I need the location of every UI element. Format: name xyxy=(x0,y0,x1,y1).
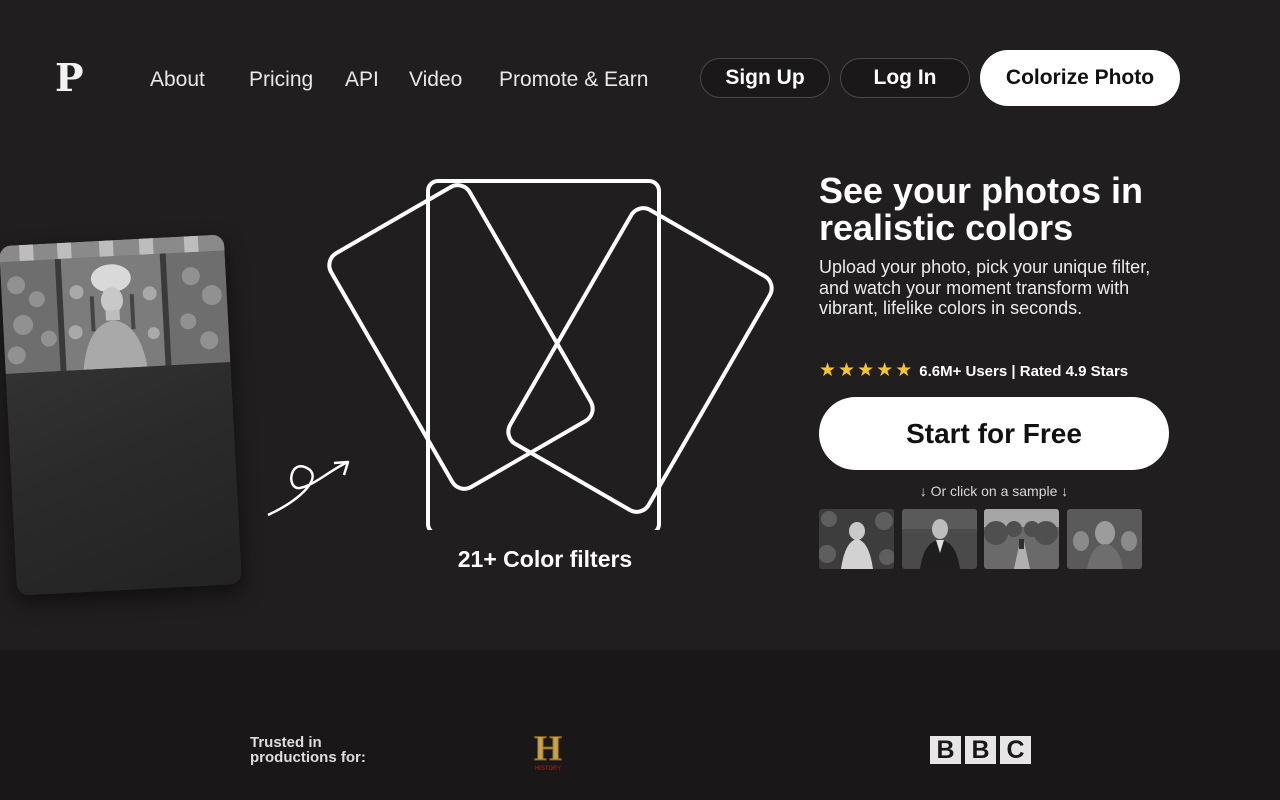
sample-photo-mother-children xyxy=(1067,509,1142,569)
history-logo: H HISTORY xyxy=(533,728,562,772)
star-icon: ★ xyxy=(876,360,894,381)
bbc-logo-letter: B xyxy=(965,736,996,764)
nav-pricing[interactable]: Pricing xyxy=(249,66,313,94)
sample-photo-garden xyxy=(984,509,1059,569)
nav-video[interactable]: Video xyxy=(409,66,462,94)
star-icon: ★ xyxy=(895,360,913,381)
color-filters-label: 21+ Color filters xyxy=(457,546,633,572)
filter-card-center-shape xyxy=(426,179,661,530)
hero-title: See your photos in realistic colors xyxy=(819,170,1144,248)
sample-thumbnail-1[interactable] xyxy=(819,509,894,569)
filter-card-right-shape xyxy=(506,206,774,514)
logo[interactable]: P xyxy=(55,58,84,98)
hero-description: Upload your photo, pick your unique filt… xyxy=(819,257,1151,318)
sample-hint: ↓ Or click on a sample ↓ xyxy=(919,483,1069,499)
start-for-free-button[interactable]: Start for Free xyxy=(819,397,1169,470)
log-in-button[interactable]: Log In xyxy=(840,58,970,98)
star-icon: ★ xyxy=(857,360,875,381)
sample-photo-card xyxy=(0,234,243,596)
rating-text: 6.6M+ Users | Rated 4.9 Stars xyxy=(919,362,1129,380)
curly-arrow xyxy=(267,460,349,517)
filter-card-left-shape xyxy=(327,183,595,491)
nav-about[interactable]: About xyxy=(150,66,205,94)
sample-photo-man-suit xyxy=(902,509,977,569)
star-icon: ★ xyxy=(819,360,837,381)
bbc-logo-letter: C xyxy=(1000,736,1031,764)
nav-promote-earn[interactable]: Promote & Earn xyxy=(499,66,648,94)
trusted-label: Trusted in productions for: xyxy=(250,734,366,766)
star-icon: ★ xyxy=(838,360,856,381)
sample-thumbnail-2[interactable] xyxy=(902,509,977,569)
sample-thumbnail-3[interactable] xyxy=(984,509,1059,569)
site-header: P About Pricing API Video Promote & Earn… xyxy=(0,0,1280,150)
history-logo-wordmark: HISTORY xyxy=(535,766,561,772)
trusted-strip xyxy=(0,650,1280,800)
history-logo-letter: H xyxy=(534,728,562,768)
bbc-logo-letter: B xyxy=(930,736,961,764)
sample-thumbnail-4[interactable] xyxy=(1067,509,1142,569)
colorize-photo-button[interactable]: Colorize Photo xyxy=(980,50,1180,106)
color-filters-illustration xyxy=(267,179,774,530)
sample-photo-woman xyxy=(819,509,894,569)
rating-row: ★ ★ ★ ★ ★ 6.6M+ Users | Rated 4.9 Stars xyxy=(819,360,1128,382)
bbc-logo: B B C xyxy=(930,736,1031,764)
nav-api[interactable]: API xyxy=(345,66,379,94)
bw-portrait-photo xyxy=(0,234,231,374)
sign-up-button[interactable]: Sign Up xyxy=(700,58,830,98)
